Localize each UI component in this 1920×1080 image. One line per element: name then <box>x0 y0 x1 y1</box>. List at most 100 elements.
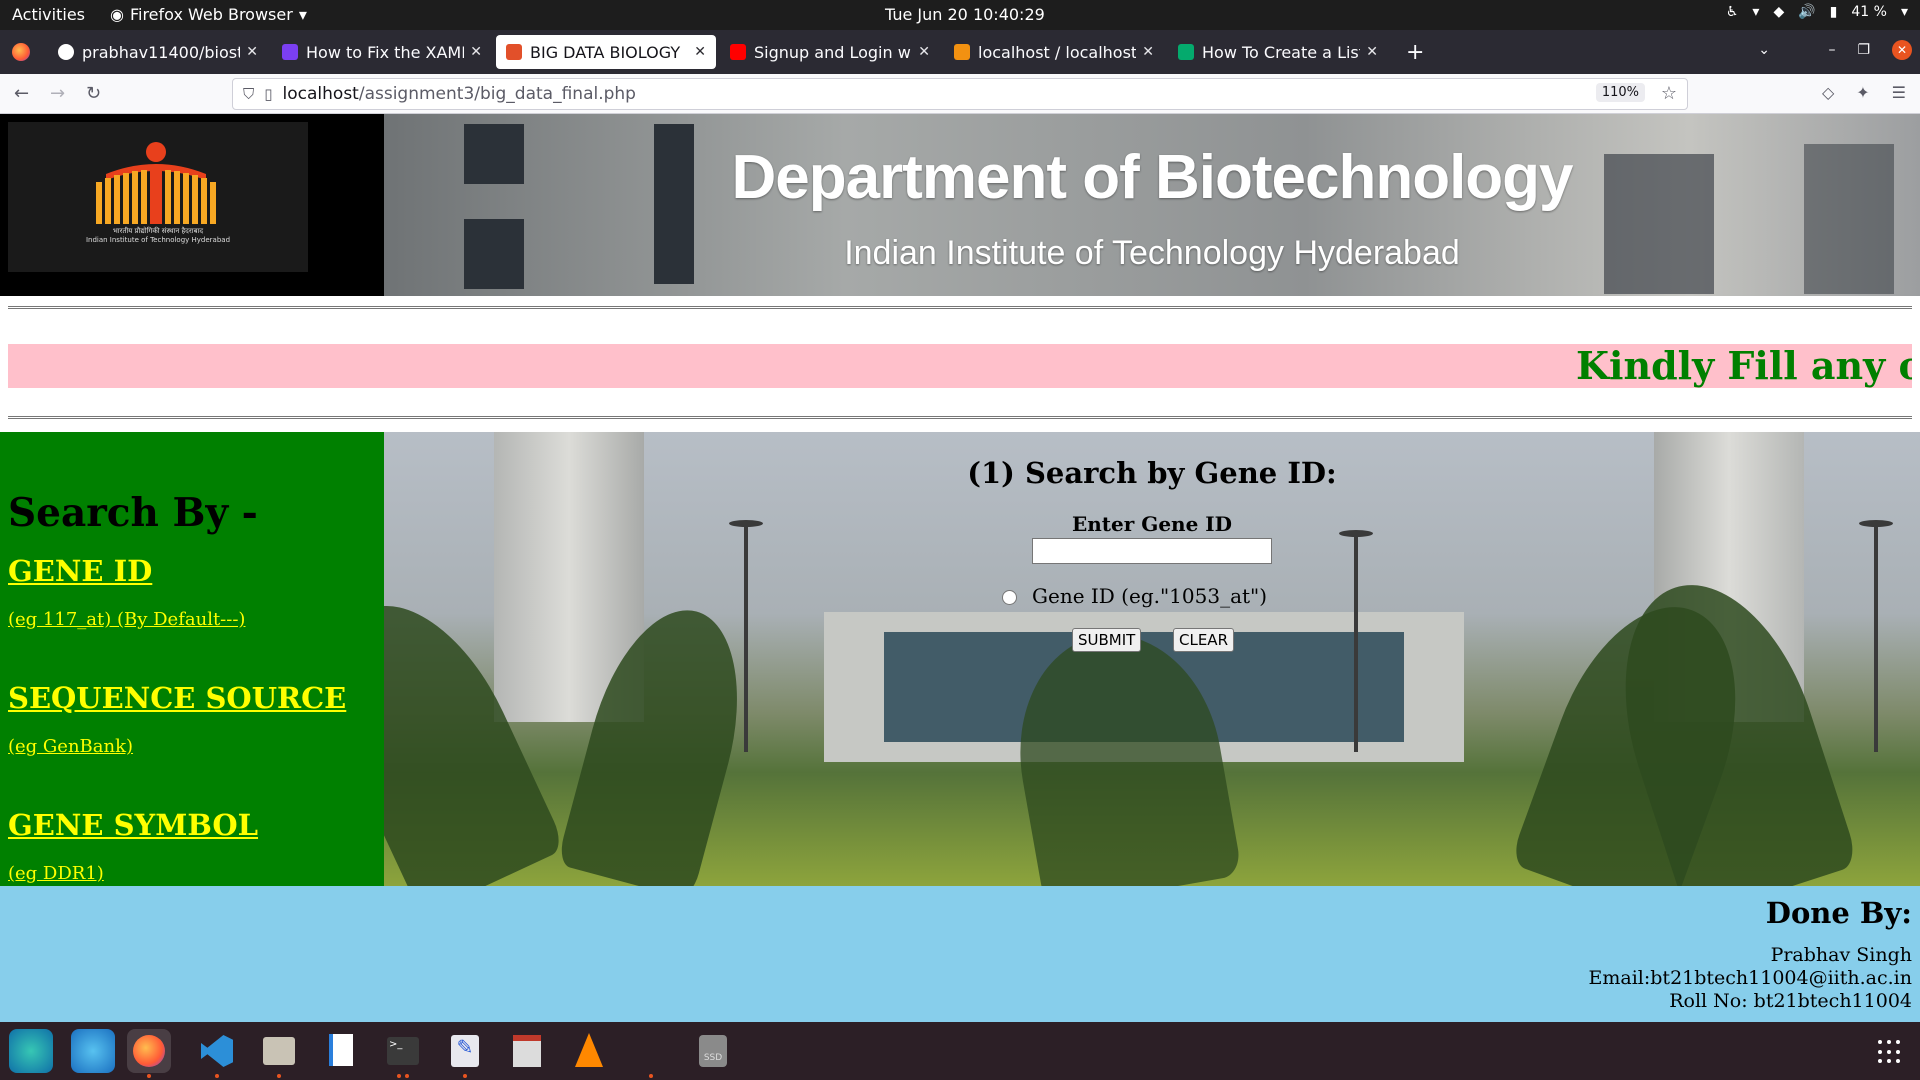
gene-id-label: Enter Gene ID <box>1072 512 1232 536</box>
system-top-bar: Activities ◉ Firefox Web Browser ▾ Tue J… <box>0 0 1920 30</box>
reload-icon[interactable]: ↻ <box>86 83 101 104</box>
address-bar[interactable]: ⛉ ▯ localhost /assignment3/big_data_fina… <box>232 78 1688 110</box>
close-tab-icon[interactable]: ✕ <box>918 44 930 60</box>
close-tab-icon[interactable]: ✕ <box>470 44 482 60</box>
document-viewer-icon <box>513 1035 541 1067</box>
logo-caption: भारतीय प्रौद्योगिकी संस्थान हैदराबाद Ind… <box>48 227 268 245</box>
writer-icon <box>329 1034 353 1066</box>
tab-big-data-biology[interactable]: BIG DATA BIOLOGY ✕ <box>496 35 716 69</box>
battery-icon: ▮ <box>1829 4 1838 20</box>
pocket-icon[interactable]: ◇ <box>1822 83 1834 102</box>
gene-id-radio[interactable] <box>1002 590 1017 605</box>
forward-arrow-icon[interactable]: → <box>50 83 65 104</box>
close-tab-icon[interactable]: ✕ <box>1366 44 1378 60</box>
files-dock-item[interactable] <box>257 1029 301 1073</box>
firefox-icon <box>133 1035 165 1067</box>
toolbar-right: ◇ ✦ ☰ <box>1822 83 1906 102</box>
lamp-post <box>744 522 748 752</box>
tab-github[interactable]: prabhav11400/biostat ✕ <box>48 35 268 69</box>
tab-signup-login[interactable]: Signup and Login with ✕ <box>720 35 940 69</box>
notice-marquee: Kindly Fill any o <box>8 344 1912 388</box>
running-indicator <box>147 1074 151 1078</box>
iith-logo: भारतीय प्रौद्योगिकी संस्थान हैदराबाद Ind… <box>8 122 308 272</box>
firefox-small-icon: ◉ <box>110 5 124 24</box>
tab-w3schools[interactable]: How To Create a List G ✕ <box>1168 35 1388 69</box>
footer-heading: Done By: <box>1765 896 1912 930</box>
tracking-shield-icon[interactable]: ⛉ <box>243 85 254 103</box>
system-tray[interactable]: ♿ ▾ ◆ 🔊 ▮ 41 % ▾ <box>1726 4 1908 20</box>
close-tab-icon[interactable]: ✕ <box>246 44 258 60</box>
edge-icon[interactable] <box>71 1029 115 1073</box>
gene-id-input[interactable] <box>1032 538 1272 564</box>
vscode-dock-item[interactable] <box>195 1029 239 1073</box>
header-banner-image: Department of Biotechnology Indian Insti… <box>384 114 1920 296</box>
sidebar-example-gene-symbol[interactable]: (eg DDR1) <box>8 863 104 884</box>
sidebar-example-sequence-source[interactable]: (eg GenBank) <box>8 736 133 757</box>
tab-title: How to Fix the XAMPP <box>306 42 465 62</box>
tab-title: How To Create a List G <box>1202 42 1360 62</box>
gene-id-radio-label: Gene ID (eg."1053_at") <box>1032 584 1268 608</box>
close-tab-icon[interactable]: ✕ <box>1142 44 1154 60</box>
accessibility-icon[interactable]: ♿ <box>1726 4 1739 20</box>
url-host: localhost <box>282 84 359 104</box>
tab-strip: prabhav11400/biostat ✕ How to Fix the XA… <box>0 30 1920 74</box>
page-info-icon[interactable]: ▯ <box>264 85 272 103</box>
clock[interactable]: Tue Jun 20 10:40:29 <box>885 5 1045 24</box>
drive-dock-item[interactable]: SSD <box>691 1029 735 1073</box>
extensions-icon[interactable]: ✦ <box>1856 83 1869 102</box>
iith-logo-emblem-icon <box>96 142 216 224</box>
drive-icon: SSD <box>699 1035 727 1067</box>
tab-title: BIG DATA BIOLOGY <box>530 42 681 62</box>
clear-button[interactable]: CLEAR <box>1173 628 1234 652</box>
tab-phpmyadmin[interactable]: localhost / localhost / ✕ <box>944 35 1164 69</box>
sidebar-link-gene-id[interactable]: GENE ID <box>8 554 152 588</box>
minimize-icon[interactable]: – <box>1828 42 1835 58</box>
text-editor-icon: ✎ <box>451 1035 479 1067</box>
new-tab-button[interactable]: + <box>1406 40 1424 65</box>
github-icon <box>58 44 74 60</box>
writer-dock-item[interactable] <box>319 1029 363 1073</box>
chevron-down-icon: ▾ <box>298 5 307 24</box>
page-subtitle: Indian Institute of Technology Hyderabad <box>844 234 1460 272</box>
terminal-icon: >_ <box>387 1037 419 1065</box>
firefox-dock-item[interactable] <box>127 1029 171 1073</box>
submit-button[interactable]: SUBMIT <box>1072 628 1142 652</box>
page-title: Department of Biotechnology <box>731 143 1573 212</box>
chevron-down-icon: ▾ <box>1900 4 1908 20</box>
edge-dev-icon[interactable] <box>9 1029 53 1073</box>
tab-xampp[interactable]: How to Fix the XAMPP ✕ <box>272 35 492 69</box>
author-roll: Roll No: bt21btech11004 <box>1669 990 1912 1012</box>
back-arrow-icon[interactable]: ← <box>14 83 29 104</box>
divider <box>8 416 1912 419</box>
text-editor-dock-item[interactable]: ✎ <box>443 1029 487 1073</box>
tab-title: localhost / localhost / <box>978 42 1137 62</box>
lamp-post <box>1354 532 1358 752</box>
activities-button[interactable]: Activities <box>12 5 85 24</box>
document-viewer-dock-item[interactable] <box>505 1029 549 1073</box>
sidebar-title: Search By - <box>8 490 258 536</box>
youtube-icon <box>730 44 746 60</box>
vlc-dock-item[interactable] <box>567 1029 611 1073</box>
sidebar-link-sequence-source[interactable]: SEQUENCE SOURCE <box>8 681 346 715</box>
firefox-view-icon[interactable] <box>12 43 30 61</box>
app-menu[interactable]: ◉ Firefox Web Browser ▾ <box>110 5 307 24</box>
close-window-icon[interactable]: ✕ <box>1892 40 1912 60</box>
sidebar-example-gene-id[interactable]: (eg 117_at) (By Default---) <box>8 609 245 630</box>
bookmark-star-icon[interactable]: ☆ <box>1661 83 1677 104</box>
vlc-icon <box>575 1033 603 1067</box>
page-header: भारतीय प्रौद्योगिकी संस्थान हैदराबाद Ind… <box>0 114 1920 296</box>
terminal-dock-item[interactable]: >_ <box>381 1029 425 1073</box>
list-all-tabs-chevron-icon[interactable]: ⌄ <box>1758 42 1770 58</box>
show-apps-grid-icon[interactable] <box>1878 1040 1902 1064</box>
running-indicator <box>277 1074 281 1078</box>
hamburger-menu-icon[interactable]: ☰ <box>1892 83 1906 102</box>
restore-icon[interactable]: ❐ <box>1857 42 1870 58</box>
battery-percent: 41 % <box>1851 4 1887 20</box>
sidebar-link-gene-symbol[interactable]: GENE SYMBOL <box>8 808 258 842</box>
divider <box>8 306 1912 309</box>
close-tab-icon[interactable]: ✕ <box>694 44 706 60</box>
tab-title: Signup and Login with <box>754 42 912 62</box>
app-menu-label: Firefox Web Browser <box>129 5 293 24</box>
zoom-level-button[interactable]: 110% <box>1595 83 1645 102</box>
tab-title: prabhav11400/biostat <box>82 42 240 62</box>
